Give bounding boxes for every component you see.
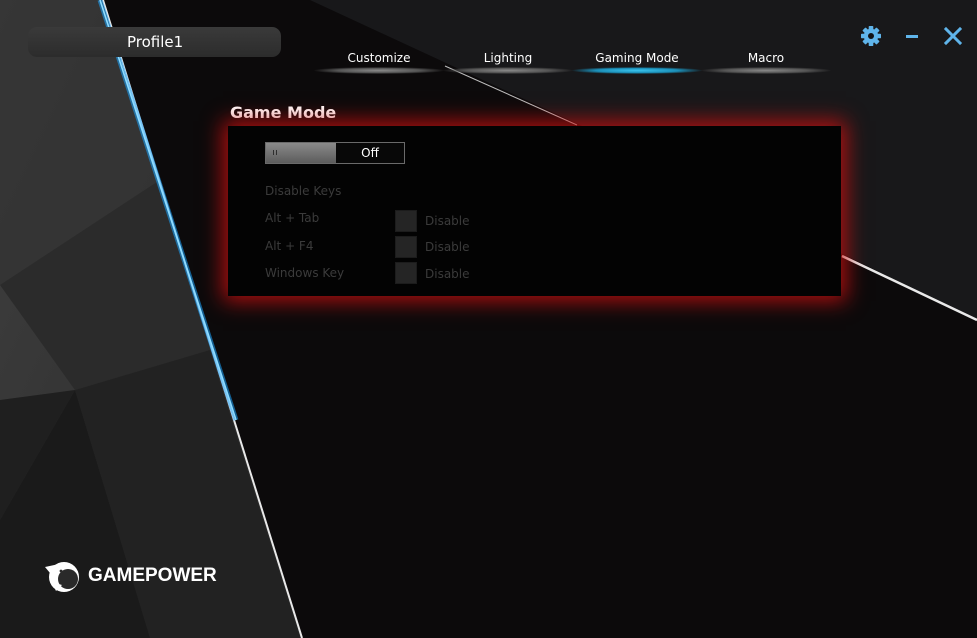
minimize-icon <box>906 35 918 38</box>
tab-lighting[interactable]: Lighting <box>443 50 573 74</box>
close-icon <box>943 26 963 46</box>
tab-customize-label: Customize <box>347 51 411 65</box>
section-title: Game Mode <box>230 103 337 122</box>
key-name-alt-f4: Alt + F4 <box>265 239 314 253</box>
toggle-state: Off <box>361 146 379 160</box>
tab-customize[interactable]: Customize <box>314 50 444 74</box>
background-artwork <box>0 0 977 638</box>
profile-name: Profile1 <box>127 33 184 51</box>
alt-f4-checkbox[interactable] <box>395 236 417 258</box>
alt-tab-checkbox[interactable] <box>395 210 417 232</box>
toggle-knob[interactable] <box>266 143 336 163</box>
tab-indicator <box>701 67 831 74</box>
game-mode-toggle[interactable]: Off <box>265 142 405 164</box>
grip-icon <box>273 150 277 155</box>
brand-logo-text: GAMEPOWER <box>88 565 217 586</box>
tab-lighting-label: Lighting <box>483 51 533 65</box>
gear-icon <box>861 26 881 46</box>
minimize-button[interactable] <box>900 24 924 48</box>
tab-gaming-mode[interactable]: Gaming Mode <box>572 50 702 74</box>
windows-key-checkbox[interactable] <box>395 262 417 284</box>
settings-button[interactable] <box>859 24 883 48</box>
alt-f4-disable-label: Disable <box>425 240 470 254</box>
tab-indicator <box>443 67 573 74</box>
tab-indicator-active <box>572 67 702 74</box>
alt-tab-disable-label: Disable <box>425 214 470 228</box>
key-name-windows-key: Windows Key <box>265 266 345 280</box>
windows-key-disable-label: Disable <box>425 267 470 281</box>
tab-macro-label: Macro <box>747 51 785 65</box>
tab-indicator <box>314 67 444 74</box>
disable-keys-label: Disable Keys <box>265 184 342 198</box>
panther-head-icon <box>45 562 79 592</box>
key-name-alt-tab: Alt + Tab <box>265 211 320 225</box>
close-button[interactable] <box>941 24 965 48</box>
tab-macro[interactable]: Macro <box>701 50 831 74</box>
tab-gaming-mode-label: Gaming Mode <box>595 51 679 65</box>
